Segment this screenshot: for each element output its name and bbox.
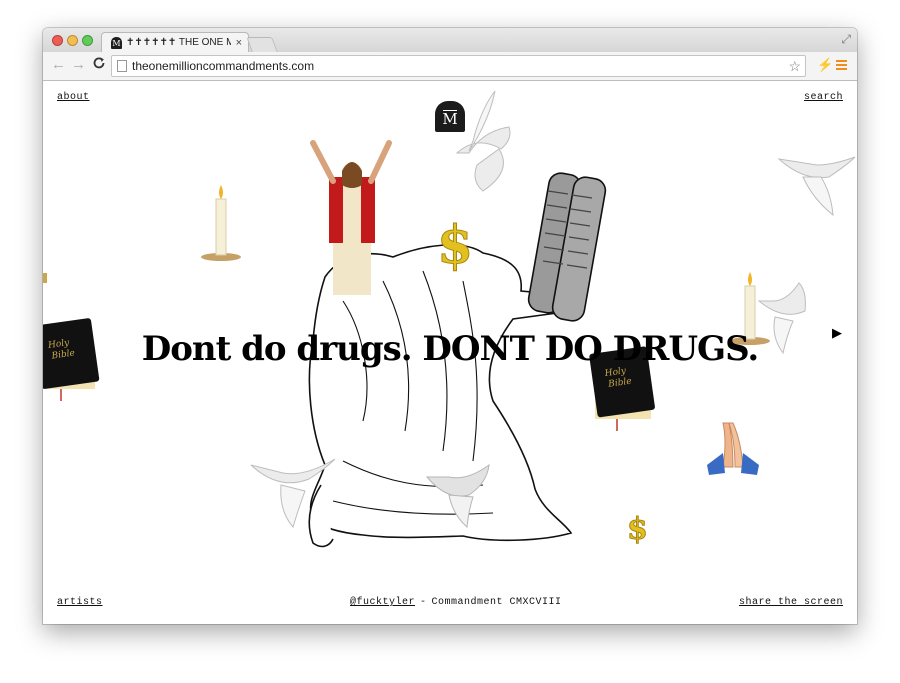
back-arrow-icon[interactable]: ← <box>51 56 66 74</box>
tab-favicon-icon: M <box>111 37 122 49</box>
address-url[interactable]: theonemillioncommandments.com <box>132 56 314 76</box>
credit-separator: - <box>420 597 427 608</box>
praying-hands <box>707 422 759 475</box>
zoom-window-button[interactable] <box>82 35 93 46</box>
tab-close-icon[interactable]: × <box>236 33 242 53</box>
author-link[interactable]: @fucktyler <box>350 597 415 608</box>
menu-icon[interactable] <box>836 60 847 72</box>
tab-title: ✝✝✝✝✝✝ THE ONE MILLION C <box>126 37 231 48</box>
address-bar[interactable]: theonemillioncommandments.com ☆ <box>111 55 806 77</box>
close-window-button[interactable] <box>52 35 63 46</box>
candle-left <box>201 185 241 261</box>
reload-glyph <box>93 57 105 69</box>
browser-tab[interactable]: M ✝✝✝✝✝✝ THE ONE MILLION C × <box>101 32 249 53</box>
artists-link[interactable]: artists <box>57 597 103 608</box>
gold-fragment <box>43 273 47 283</box>
site-logo-icon[interactable]: M <box>435 101 465 132</box>
title-bar: M ✝✝✝✝✝✝ THE ONE MILLION C × ⤢ <box>43 28 857 53</box>
commandment-credit: @fucktyler - Commandment CMXCVIII <box>350 597 562 608</box>
minimize-window-button[interactable] <box>67 35 78 46</box>
share-screen-link[interactable]: share the screen <box>739 597 843 608</box>
commandment-text: Dont do drugs. DONT DO DRUGS. <box>141 329 760 369</box>
forward-arrow-icon[interactable]: → <box>71 56 86 74</box>
fullscreen-icon[interactable]: ⤢ <box>841 32 851 47</box>
page-icon <box>117 60 127 72</box>
reload-icon[interactable] <box>92 56 106 74</box>
commandment-number: Commandment CMXCVIII <box>431 597 562 608</box>
bookmark-star-icon[interactable]: ☆ <box>788 56 801 76</box>
dollar-sign-large: $ <box>437 215 473 276</box>
dollar-sign-small: $ <box>627 512 648 547</box>
about-link[interactable]: about <box>57 92 90 103</box>
extension-icon[interactable]: ⚡ <box>817 57 833 73</box>
page-content: Holy Bible Holy Bible $ $ about search M… <box>43 81 857 624</box>
new-tab-button[interactable] <box>246 37 278 52</box>
dove-top-center <box>455 90 511 192</box>
browser-toolbar: ← → theonemillioncommandments.com ☆ ⚡ <box>43 52 857 81</box>
browser-window: M ✝✝✝✝✝✝ THE ONE MILLION C × ⤢ ← → theon… <box>43 28 857 624</box>
search-link[interactable]: search <box>804 92 843 103</box>
dove-top-right <box>777 156 856 217</box>
